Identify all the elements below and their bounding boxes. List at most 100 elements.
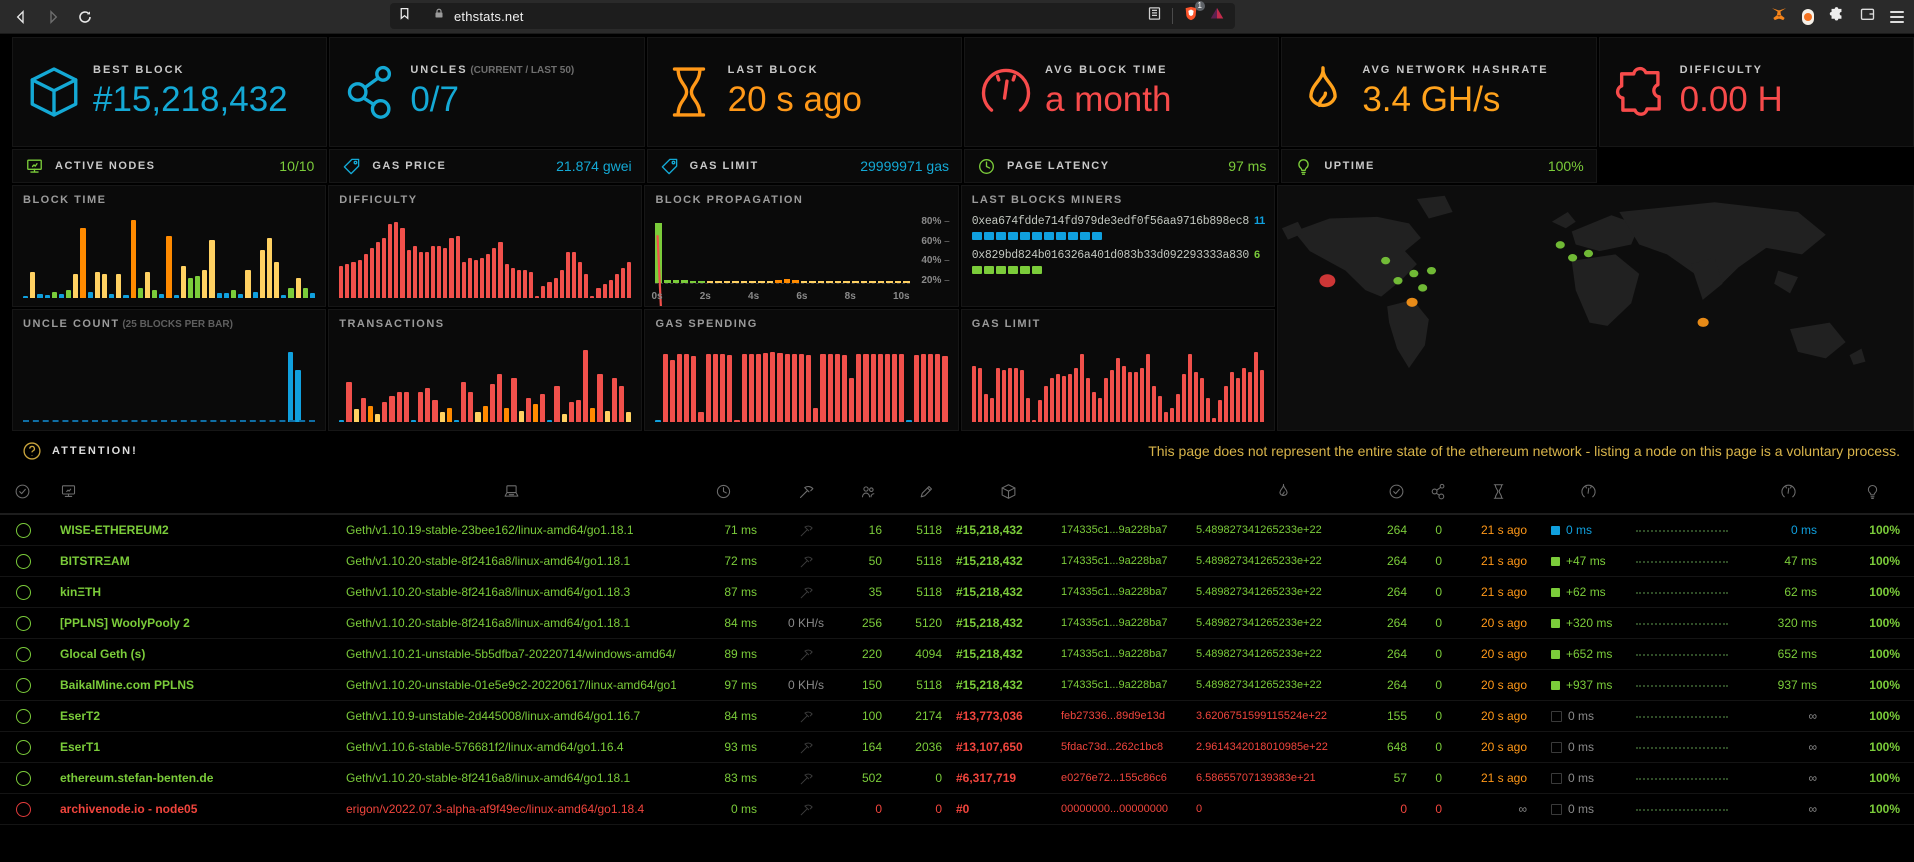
- back-icon[interactable]: [12, 8, 30, 26]
- node-map-pin[interactable]: [1418, 284, 1427, 291]
- chart-bar: [368, 406, 373, 422]
- bar-chart: [339, 342, 631, 422]
- node-block[interactable]: #13,107,650: [956, 740, 1061, 754]
- node-map-pin[interactable]: [1393, 277, 1402, 284]
- node-name[interactable]: BaikalMine.com PPLNS: [46, 678, 346, 692]
- extensions-puzzle-icon[interactable]: [1828, 6, 1845, 28]
- node-block[interactable]: #15,218,432: [956, 523, 1061, 537]
- node-tx-count: 264: [1371, 554, 1421, 568]
- node-block-hash[interactable]: 174335c1...9a228ba7: [1061, 648, 1196, 660]
- node-map-pin[interactable]: [1381, 257, 1390, 264]
- chart-bar: [181, 266, 186, 298]
- private-extension-icon[interactable]: [1802, 9, 1814, 25]
- node-table-row[interactable]: ethereum.stefan-benten.deGeth/v1.10.20-s…: [0, 763, 1914, 794]
- node-table-row[interactable]: Glocal Geth (s)Geth/v1.10.21-unstable-5b…: [0, 639, 1914, 670]
- node-block[interactable]: #15,218,432: [956, 585, 1061, 599]
- bookmark-icon[interactable]: [398, 6, 411, 26]
- brave-shield-icon[interactable]: 1: [1183, 5, 1199, 27]
- wallet-icon[interactable]: [1859, 6, 1876, 27]
- node-uptime: 100%: [1831, 647, 1914, 661]
- node-block-hash[interactable]: 174335c1...9a228ba7: [1061, 586, 1196, 598]
- node-table-row[interactable]: EserT1Geth/v1.10.6-stable-576681f2/linux…: [0, 732, 1914, 763]
- reader-mode-icon[interactable]: [1147, 6, 1162, 26]
- cube-header-icon[interactable]: [956, 483, 1061, 500]
- node-map-pin[interactable]: [1406, 298, 1417, 307]
- node-mining: [771, 554, 841, 569]
- node-map-pin[interactable]: [1319, 274, 1335, 287]
- node-uptime: 100%: [1831, 554, 1914, 568]
- address-bar[interactable]: ethstats.net 1: [390, 3, 1235, 29]
- stat-active-nodes: ACTIVE NODES10/10: [12, 149, 327, 183]
- node-block[interactable]: #15,218,432: [956, 678, 1061, 692]
- node-name[interactable]: [PPLNS] WoolyPooly 2: [46, 616, 346, 630]
- node-name[interactable]: WISE-ETHEREUM2: [46, 523, 346, 537]
- gauge-header-icon[interactable]: [1746, 483, 1831, 500]
- node-table-row[interactable]: BITSTRΞAMGeth/v1.10.20-stable-8f2416a8/l…: [0, 546, 1914, 577]
- node-name[interactable]: Glocal Geth (s): [46, 647, 346, 661]
- node-block-hash[interactable]: 174335c1...9a228ba7: [1061, 679, 1196, 691]
- node-name[interactable]: EserT1: [46, 740, 346, 754]
- node-block[interactable]: #6,317,719: [956, 771, 1061, 785]
- flame-header-icon[interactable]: [1196, 483, 1371, 500]
- chart-bar: [388, 224, 392, 298]
- node-table-row[interactable]: EserT2Geth/v1.10.9-unstable-2d445008/lin…: [0, 701, 1914, 732]
- check-header-icon[interactable]: [1371, 483, 1421, 500]
- metamask-icon[interactable]: [1770, 6, 1788, 28]
- node-block-hash[interactable]: 00000000...00000000: [1061, 803, 1196, 815]
- forward-icon[interactable]: [44, 8, 62, 26]
- question-circle-icon: [22, 441, 42, 461]
- url-text[interactable]: ethstats.net: [454, 9, 1147, 24]
- node-table-row[interactable]: BaikalMine.com PPLNSGeth/v1.10.20-unstab…: [0, 670, 1914, 701]
- node-name[interactable]: BITSTRΞAM: [46, 554, 346, 568]
- node-block-hash[interactable]: feb27336...89d9e13d: [1061, 710, 1196, 722]
- node-pending: 5118: [896, 678, 956, 692]
- node-block-hash[interactable]: e0276e72...155c86c6: [1061, 772, 1196, 784]
- node-map-pin[interactable]: [1568, 254, 1577, 261]
- node-map-pin[interactable]: [1409, 270, 1418, 277]
- node-map-pin[interactable]: [1584, 250, 1593, 257]
- node-block-hash[interactable]: 174335c1...9a228ba7: [1061, 617, 1196, 629]
- node-table-row[interactable]: [PPLNS] WoolyPooly 2Geth/v1.10.20-stable…: [0, 608, 1914, 639]
- pickaxe-header-icon[interactable]: [771, 483, 841, 500]
- node-name[interactable]: archivenode.io - node05: [46, 802, 346, 816]
- node-block[interactable]: #0: [956, 802, 1061, 816]
- node-table-row[interactable]: kinΞTHGeth/v1.10.20-stable-8f2416a8/linu…: [0, 577, 1914, 608]
- uncles-header-icon[interactable]: [1421, 483, 1456, 500]
- node-map-pin[interactable]: [1698, 318, 1709, 327]
- node-block[interactable]: #15,218,432: [956, 616, 1061, 630]
- clock-header-icon[interactable]: [676, 483, 771, 500]
- node-table-row[interactable]: archivenode.io - node05erigon/v2022.07.3…: [0, 794, 1914, 825]
- node-table-row[interactable]: WISE-ETHEREUM2Geth/v1.10.19-stable-23bee…: [0, 515, 1914, 546]
- chart-bar: [584, 274, 588, 298]
- monitor-header-icon[interactable]: [46, 483, 346, 500]
- node-map-pin[interactable]: [1556, 241, 1565, 248]
- node-propagation: +937 ms: [1541, 678, 1636, 692]
- reload-icon[interactable]: [76, 8, 94, 26]
- chart-bar: [245, 270, 250, 298]
- node-block-hash[interactable]: 174335c1...9a228ba7: [1061, 524, 1196, 536]
- node-world-map: [1277, 185, 1914, 431]
- bulb-header-icon[interactable]: [1831, 483, 1914, 500]
- node-name[interactable]: EserT2: [46, 709, 346, 723]
- node-map-pin[interactable]: [1427, 267, 1436, 274]
- cube-icon: [23, 63, 85, 121]
- check-header-icon[interactable]: [0, 483, 46, 500]
- node-latency: 84 ms: [676, 709, 771, 723]
- node-name[interactable]: ethereum.stefan-benten.de: [46, 771, 346, 785]
- laptop-header-icon[interactable]: [346, 483, 676, 500]
- node-block-hash[interactable]: 5fdac73d...262c1bc8: [1061, 741, 1196, 753]
- pencil-header-icon[interactable]: [896, 483, 956, 500]
- users-header-icon[interactable]: [841, 483, 896, 500]
- node-block[interactable]: #15,218,432: [956, 554, 1061, 568]
- chart-bar: [431, 246, 435, 298]
- triangle-extension-icon[interactable]: [1209, 6, 1225, 26]
- browser-menu-icon[interactable]: [1890, 11, 1904, 23]
- node-block[interactable]: #13,773,036: [956, 709, 1061, 723]
- node-name[interactable]: kinΞTH: [46, 585, 346, 599]
- hourglass-header-icon[interactable]: [1456, 483, 1541, 500]
- node-block-hash[interactable]: 174335c1...9a228ba7: [1061, 555, 1196, 567]
- propagation-history-sparkline: [1636, 591, 1728, 594]
- node-block[interactable]: #15,218,432: [956, 647, 1061, 661]
- chart-bar: [785, 354, 790, 422]
- gauge-header-icon[interactable]: [1541, 483, 1636, 500]
